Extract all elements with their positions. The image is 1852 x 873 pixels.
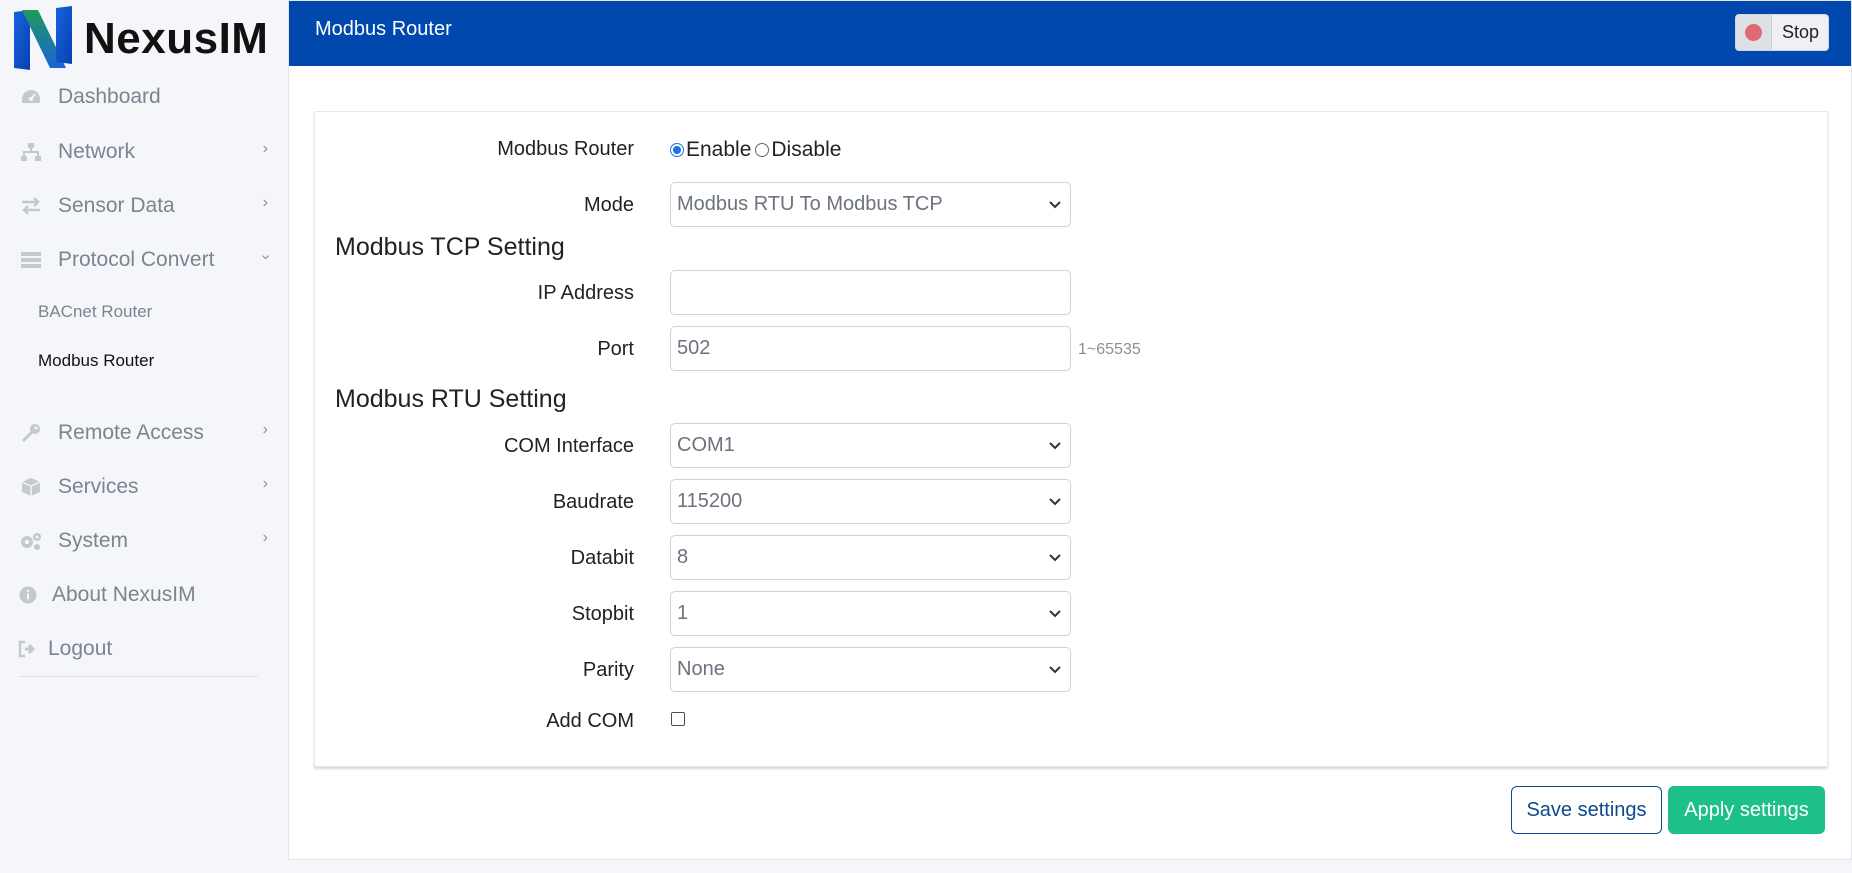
page-title: Modbus Router — [315, 18, 452, 40]
com-interface-select[interactable]: COM1 — [670, 423, 1071, 468]
dashboard-icon — [18, 86, 44, 108]
databit-label: Databit — [570, 547, 634, 569]
sidebar-item-network[interactable]: Network › — [18, 140, 268, 164]
port-range-hint: 1~65535 — [1078, 341, 1141, 358]
port-label: Port — [597, 338, 634, 360]
stop-label: Stop — [1782, 22, 1820, 42]
sidebar-item-about[interactable]: About NexusIM — [18, 583, 268, 607]
baudrate-select[interactable]: 115200 — [670, 479, 1071, 524]
logout-icon — [18, 638, 38, 660]
tcp-section-title: Modbus TCP Setting — [335, 233, 565, 261]
record-dot-icon — [1745, 24, 1762, 41]
chevron-down-icon — [1049, 498, 1061, 506]
chevron-down-icon — [1049, 554, 1061, 562]
baudrate-value: 115200 — [677, 490, 743, 512]
sidebar-item-remote-access[interactable]: Remote Access › — [18, 421, 268, 445]
com-interface-value: COM1 — [677, 434, 735, 456]
rtu-section-title: Modbus RTU Setting — [335, 385, 567, 413]
box-icon — [18, 476, 44, 498]
logo[interactable]: NexusIM — [12, 6, 268, 72]
brand-name: NexusIM — [84, 14, 269, 63]
top-bar: Modbus Router Stop — [289, 1, 1851, 66]
sidebar-item-services[interactable]: Services › — [18, 475, 268, 499]
chevron-right-icon: › — [262, 475, 268, 492]
com-interface-label: COM Interface — [503, 435, 634, 457]
disable-radio[interactable] — [755, 143, 770, 157]
modbus-router-label: Modbus Router — [497, 138, 634, 160]
main-panel: Modbus Router Stop Modbus Router Enable … — [288, 0, 1852, 860]
sidebar: NexusIM Dashboard Network › Sensor Data … — [0, 0, 288, 873]
sidebar-item-label: Network — [58, 140, 136, 163]
sidebar-item-label: Sensor Data — [58, 194, 175, 217]
stopbit-select[interactable]: 1 — [670, 591, 1071, 636]
parity-value: None — [677, 658, 725, 680]
stop-button[interactable]: Stop — [1735, 14, 1829, 51]
chevron-right-icon: › — [262, 194, 268, 211]
sidebar-item-logout[interactable]: Logout — [18, 637, 268, 661]
enable-radio-label[interactable]: Enable — [686, 138, 751, 162]
sidebar-subitem-bacnet-router[interactable]: BACnet Router — [38, 302, 152, 322]
enable-radio[interactable] — [670, 143, 684, 157]
parity-label: Parity — [582, 659, 634, 681]
chevron-right-icon: › — [262, 529, 268, 546]
sidebar-divider — [18, 676, 258, 677]
databit-value: 8 — [677, 546, 689, 568]
stopbit-value: 1 — [677, 602, 689, 624]
chevron-right-icon: › — [262, 140, 268, 157]
baudrate-label: Baudrate — [552, 491, 634, 513]
chevron-right-icon: › — [262, 421, 268, 438]
save-settings-button[interactable]: Save settings — [1511, 786, 1662, 834]
key-icon — [18, 422, 44, 444]
sidebar-item-label: Services — [58, 475, 139, 498]
sidebar-subitem-modbus-router[interactable]: Modbus Router — [38, 351, 154, 371]
disable-radio-label[interactable]: Disable — [771, 138, 841, 162]
stopbit-label: Stopbit — [571, 603, 634, 625]
apply-settings-button[interactable]: Apply settings — [1668, 786, 1825, 834]
chevron-down-icon — [1049, 666, 1061, 674]
port-input[interactable]: 502 — [670, 326, 1071, 371]
sidebar-item-label: Dashboard — [58, 85, 161, 108]
sidebar-item-label: System — [58, 529, 129, 552]
gears-icon — [18, 530, 44, 552]
mode-select[interactable]: Modbus RTU To Modbus TCP — [670, 182, 1071, 227]
nexusim-logo-icon — [14, 6, 72, 70]
sidebar-item-label: Remote Access — [58, 421, 204, 444]
add-com-checkbox[interactable] — [671, 712, 685, 726]
ip-address-input[interactable] — [670, 270, 1071, 315]
mode-select-value: Modbus RTU To Modbus TCP — [677, 193, 943, 215]
add-com-label: Add COM — [546, 710, 634, 732]
status-indicator — [1736, 15, 1772, 50]
databit-select[interactable]: 8 — [670, 535, 1071, 580]
server-icon — [18, 249, 44, 271]
sidebar-item-label: Logout — [48, 637, 113, 660]
sidebar-item-label: About NexusIM — [52, 583, 196, 606]
port-value: 502 — [677, 337, 711, 359]
network-icon — [18, 141, 44, 163]
sidebar-item-sensor-data[interactable]: Sensor Data › — [18, 194, 268, 218]
chevron-down-icon: › — [257, 254, 275, 260]
sidebar-item-protocol-convert[interactable]: Protocol Convert › — [18, 248, 274, 272]
sidebar-item-label: Protocol Convert — [58, 248, 215, 271]
chevron-down-icon — [1049, 610, 1061, 618]
chevron-down-icon — [1049, 201, 1061, 209]
mode-label: Mode — [583, 194, 634, 216]
settings-card: Modbus Router Enable Disable Mode Modbus… — [314, 111, 1828, 767]
ip-address-label: IP Address — [537, 282, 634, 304]
exchange-icon — [18, 195, 44, 217]
router-state-radio-group: Enable Disable — [670, 138, 841, 162]
chevron-down-icon — [1049, 442, 1061, 450]
sidebar-item-dashboard[interactable]: Dashboard — [18, 85, 268, 109]
parity-select[interactable]: None — [670, 647, 1071, 692]
sidebar-item-system[interactable]: System › — [18, 529, 268, 553]
info-icon — [18, 584, 38, 606]
